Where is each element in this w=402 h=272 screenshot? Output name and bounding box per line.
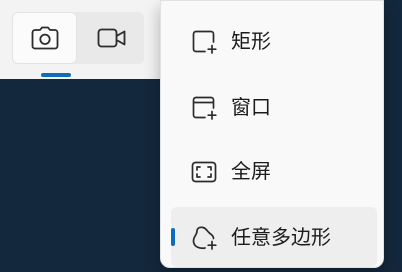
photo-mode-button[interactable] — [12, 12, 77, 64]
selected-item-indicator — [171, 228, 175, 246]
menu-item-label: 窗口 — [231, 95, 271, 119]
camera-icon — [31, 26, 59, 50]
fullscreen-snip-icon — [191, 159, 217, 185]
menu-item-freeform[interactable]: 任意多边形 — [171, 207, 377, 267]
video-camera-icon — [97, 27, 127, 49]
rectangle-snip-icon — [191, 29, 217, 55]
capture-mode-group — [12, 12, 144, 77]
menu-item-label: 全屏 — [231, 159, 271, 183]
menu-item-label: 矩形 — [231, 29, 271, 53]
snipping-mode-menu: 矩形 窗口 全屏 任意多边形 — [160, 0, 384, 268]
freeform-snip-icon — [191, 225, 217, 251]
window-snip-icon — [191, 95, 217, 121]
active-mode-indicator — [41, 73, 71, 77]
menu-item-rectangle[interactable]: 矩形 — [171, 11, 377, 71]
menu-item-fullscreen[interactable]: 全屏 — [171, 141, 377, 201]
menu-item-label: 任意多边形 — [231, 225, 331, 249]
video-mode-button[interactable] — [79, 12, 144, 64]
menu-item-window[interactable]: 窗口 — [171, 77, 377, 137]
